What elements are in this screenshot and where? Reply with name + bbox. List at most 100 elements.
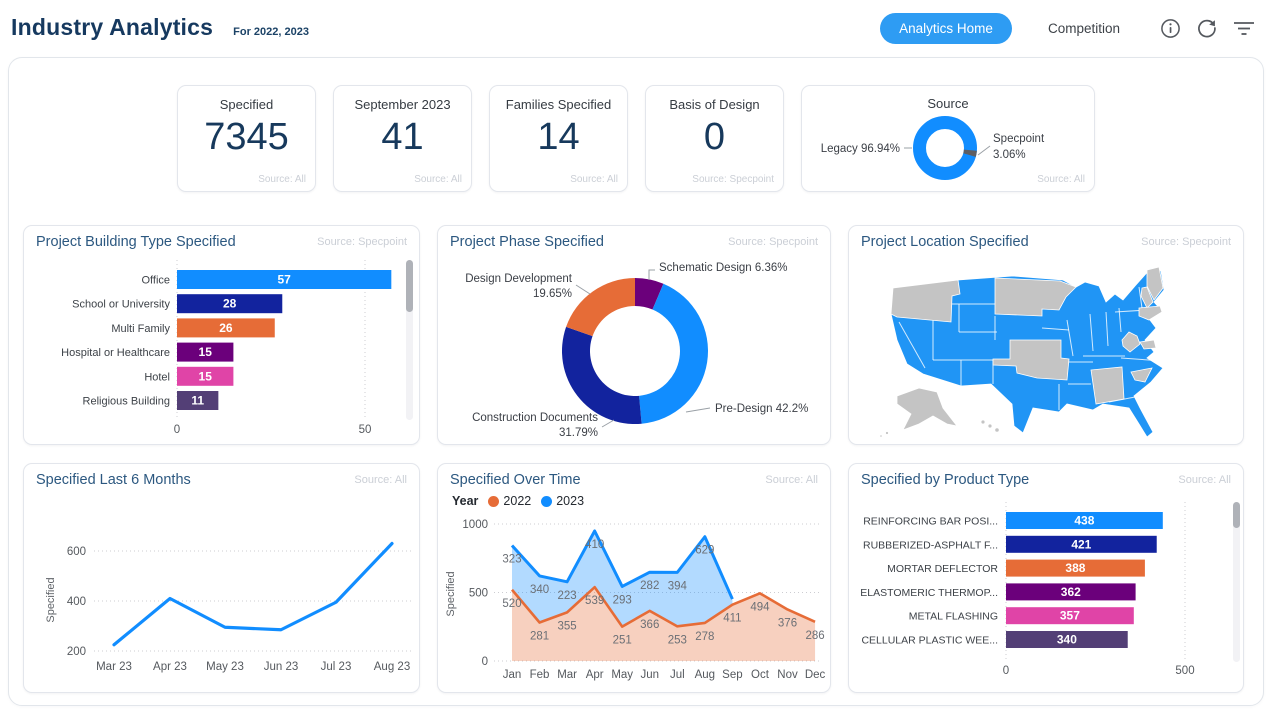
- svg-text:19.65%: 19.65%: [533, 288, 572, 300]
- kpi-card-basis-of-design[interactable]: Basis of Design 0 Source: Specpoint: [645, 85, 784, 192]
- kpi-label: September 2023: [334, 97, 471, 112]
- svg-text:1000: 1000: [462, 519, 488, 531]
- kpi-label: Families Specified: [490, 97, 627, 112]
- svg-text:500: 500: [1175, 665, 1194, 677]
- svg-text:Feb: Feb: [530, 669, 550, 681]
- chart-title: Specified Over Time: [450, 472, 581, 488]
- source-note: Source: All: [570, 174, 618, 185]
- svg-text:Jul 23: Jul 23: [321, 661, 352, 673]
- analytics-home-button[interactable]: Analytics Home: [880, 13, 1012, 44]
- svg-text:0: 0: [1003, 665, 1009, 677]
- project-phase-donut-chart[interactable]: Schematic Design 6.36%Pre-Design 42.2%Co…: [438, 254, 831, 444]
- legend-title: Year: [452, 494, 478, 508]
- svg-text:Dec: Dec: [805, 669, 826, 681]
- source-note: Source: Specpoint: [1141, 236, 1231, 248]
- kpi-value: 41: [334, 118, 471, 156]
- svg-text:Sep: Sep: [722, 669, 742, 681]
- svg-text:Specpoint: Specpoint: [993, 133, 1045, 145]
- chart-title: Specified Last 6 Months: [36, 472, 191, 488]
- dashboard-panel: Specified 7345 Source: All September 202…: [8, 57, 1264, 706]
- svg-text:411: 411: [723, 613, 741, 625]
- svg-text:394: 394: [668, 580, 688, 592]
- svg-text:293: 293: [613, 594, 632, 606]
- svg-text:Jul: Jul: [670, 669, 685, 681]
- svg-text:278: 278: [695, 631, 714, 643]
- svg-text:ELASTOMERIC THERMOP...: ELASTOMERIC THERMOP...: [860, 587, 998, 599]
- kpi-card-families-specified[interactable]: Families Specified 14 Source: All: [489, 85, 628, 192]
- svg-text:400: 400: [67, 596, 86, 608]
- svg-text:340: 340: [1057, 633, 1077, 647]
- info-icon[interactable]: [1158, 16, 1182, 40]
- svg-text:26: 26: [219, 321, 233, 335]
- svg-text:3.06%: 3.06%: [993, 149, 1026, 161]
- competition-button[interactable]: Competition: [1042, 20, 1126, 37]
- svg-text:Pre-Design 42.2%: Pre-Design 42.2%: [715, 403, 808, 415]
- svg-text:200: 200: [67, 646, 86, 658]
- source-donut-card[interactable]: Source Legacy 96.94%Specpoint3.06% Sourc…: [801, 85, 1095, 192]
- svg-text:CELLULAR PLASTIC WEE...: CELLULAR PLASTIC WEE...: [861, 635, 998, 647]
- svg-text:Design Development: Design Development: [465, 273, 573, 285]
- legend-swatch-2022: [488, 496, 499, 507]
- svg-text:Legacy 96.94%: Legacy 96.94%: [821, 143, 900, 155]
- svg-text:Mar: Mar: [557, 669, 577, 681]
- svg-text:0: 0: [174, 424, 180, 436]
- svg-text:286: 286: [805, 630, 824, 642]
- svg-text:Jun: Jun: [640, 669, 659, 681]
- svg-text:May 23: May 23: [206, 661, 244, 673]
- kpi-card-specified[interactable]: Specified 7345 Source: All: [177, 85, 316, 192]
- svg-text:28: 28: [223, 297, 237, 311]
- svg-text:Apr 23: Apr 23: [153, 661, 187, 673]
- svg-text:223: 223: [558, 590, 577, 602]
- svg-text:Hospital or Healthcare: Hospital or Healthcare: [61, 347, 170, 359]
- svg-text:Apr: Apr: [586, 669, 604, 681]
- over-time-area-chart[interactable]: 05001000SpecifiedJanFebMarAprMayJunJulAu…: [438, 510, 831, 693]
- svg-text:MORTAR DEFLECTOR: MORTAR DEFLECTOR: [887, 563, 998, 575]
- source-note: Source: All: [1037, 174, 1085, 185]
- legend-item-2022[interactable]: 2022: [488, 494, 531, 508]
- page-subtitle: For 2022, 2023: [233, 26, 309, 38]
- building-type-card: Project Building Type Specified Source: …: [23, 225, 420, 445]
- svg-text:31.79%: 31.79%: [559, 427, 598, 439]
- svg-text:539: 539: [585, 595, 604, 607]
- last-6-months-card: Specified Last 6 Months Source: All 2004…: [23, 463, 420, 693]
- svg-text:15: 15: [199, 345, 213, 359]
- svg-text:11: 11: [191, 394, 204, 408]
- svg-text:METAL FLASHING: METAL FLASHING: [909, 611, 998, 623]
- svg-text:281: 281: [530, 631, 549, 643]
- svg-text:600: 600: [67, 546, 86, 558]
- chart-legend: Year 2022 2023: [452, 494, 594, 508]
- filter-icon[interactable]: [1232, 16, 1256, 40]
- building-type-bar-chart[interactable]: 050Office57School or University28Multi F…: [24, 256, 419, 444]
- svg-text:Specified: Specified: [445, 571, 457, 616]
- chart-title: Project Location Specified: [861, 234, 1029, 250]
- last-6-months-line-chart[interactable]: 200400600SpecifiedMar 23Apr 23May 23Jun …: [24, 500, 420, 692]
- svg-text:520: 520: [502, 598, 521, 610]
- svg-text:Jun 23: Jun 23: [264, 661, 299, 673]
- source-note: Source: All: [414, 174, 462, 185]
- kpi-card-september-2023[interactable]: September 2023 41 Source: All: [333, 85, 472, 192]
- svg-text:366: 366: [640, 619, 659, 631]
- svg-text:355: 355: [558, 620, 577, 632]
- svg-text:Religious Building: Religious Building: [83, 396, 170, 408]
- chart-title: Project Building Type Specified: [36, 234, 236, 250]
- source-note: Source: Specpoint: [317, 236, 407, 248]
- svg-text:Oct: Oct: [751, 669, 770, 681]
- kpi-label: Basis of Design: [646, 97, 783, 112]
- chart-title: Specified by Product Type: [861, 472, 1029, 488]
- legend-label: 2022: [503, 494, 531, 508]
- us-choropleth-map[interactable]: [863, 256, 1231, 440]
- kpi-value: 7345: [178, 118, 315, 156]
- source-note: Source: All: [765, 474, 818, 486]
- svg-text:629: 629: [695, 545, 714, 557]
- svg-text:Schematic Design 6.36%: Schematic Design 6.36%: [659, 262, 787, 274]
- source-note: Source: All: [258, 174, 306, 185]
- svg-text:253: 253: [668, 634, 687, 646]
- legend-swatch-2023: [541, 496, 552, 507]
- product-type-bar-chart[interactable]: 0500REINFORCING BAR POSI...438RUBBERIZED…: [849, 494, 1243, 690]
- refresh-icon[interactable]: [1195, 16, 1219, 40]
- kpi-row: Specified 7345 Source: All September 202…: [9, 85, 1263, 192]
- svg-text:15: 15: [199, 369, 213, 383]
- svg-text:REINFORCING BAR POSI...: REINFORCING BAR POSI...: [863, 516, 998, 528]
- legend-item-2023[interactable]: 2023: [541, 494, 584, 508]
- source-note: Source: All: [1178, 474, 1231, 486]
